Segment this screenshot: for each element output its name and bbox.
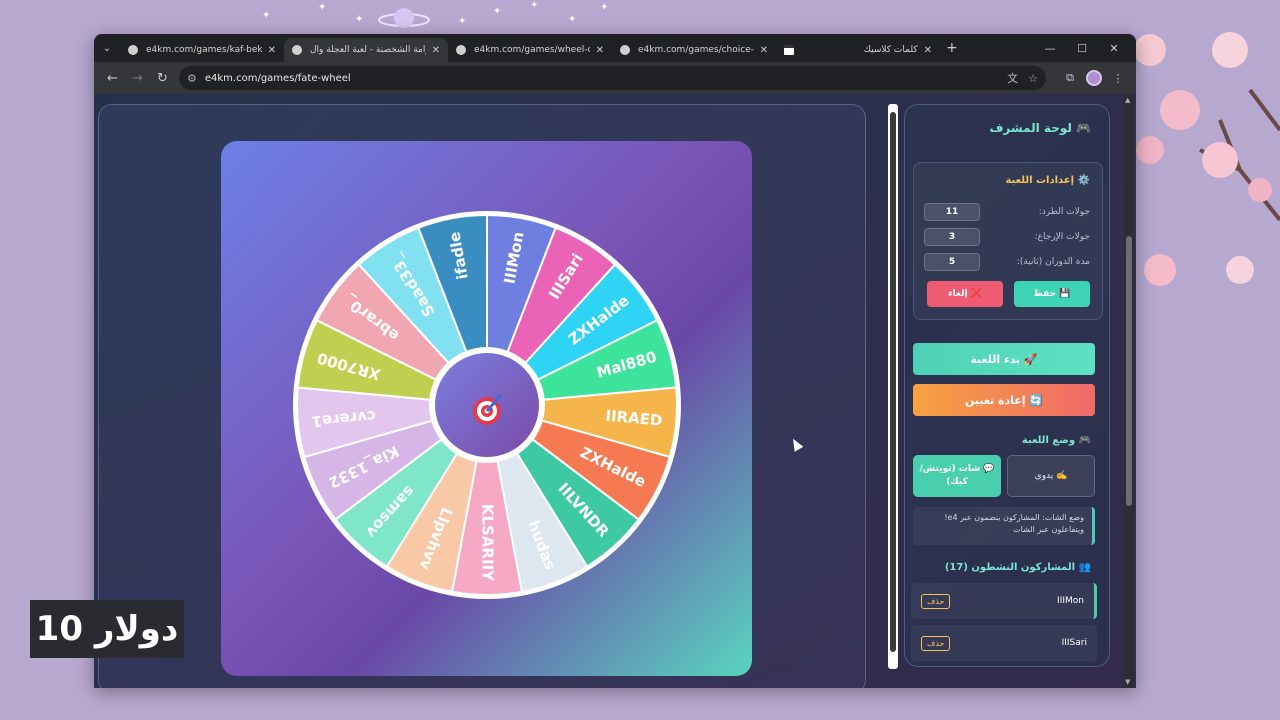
forward-icon[interactable]: → [125,66,150,91]
browser-toolbar: ← → ↻ ⚙ e4km.com/games/fate-wheel 文 ☆ ⧉ … [94,62,1136,94]
spin-duration-input[interactable]: 5 [924,253,980,271]
scroll-up-icon[interactable]: ▲ [1125,96,1130,104]
new-tab-button[interactable]: + [946,40,958,56]
return-rounds-input[interactable]: 3 [924,228,980,246]
tab-kaf-bekaf[interactable]: e4km.com/games/kaf-bekaf ✕ [120,38,284,62]
sparkle-icon: ✦ [262,10,271,21]
delete-participant-button[interactable]: حذف [921,635,951,651]
sparkle-icon: ✦ [458,16,467,27]
participants-title: 👥 المشاركون النشطون (17) [944,562,1091,573]
sparkle-icon: ✦ [355,14,364,25]
profile-avatar[interactable] [1086,70,1102,86]
sparkle-icon: ✦ [568,14,577,25]
participant-name: IIISari [1061,638,1087,648]
reload-icon[interactable]: ↻ [150,66,175,91]
address-bar[interactable]: ⚙ e4km.com/games/fate-wheel 文 ☆ [179,66,1046,90]
panel-title-text: لوحة المشرف [989,121,1072,135]
url-text: e4km.com/games/fate-wheel [204,72,351,84]
participant-row: IIIMon حذف [911,583,1097,619]
setting-row-kick-rounds: جولات الطرد: 11 [924,203,1090,221]
sparkle-icon: ✦ [600,2,609,13]
scroll-down-icon[interactable]: ▼ [1125,678,1130,686]
maximize-icon[interactable]: ☐ [1066,34,1098,62]
panel-title: 🎮 لوحة المشرف [989,121,1091,135]
reset-button[interactable]: 🔄 إعادة تعيين [913,384,1095,416]
globe-icon [620,45,630,55]
mode-description: وضع الشات: المشاركون ينضمون عبر e4! ويتف… [913,507,1095,545]
toolbar-actions: ⧉ ⋮ [1054,66,1130,90]
save-button[interactable]: 💾 حفظ [1014,281,1090,307]
back-icon[interactable]: ← [100,66,125,91]
site-icon [784,45,794,55]
menu-kebab-icon[interactable]: ⋮ [1106,66,1130,90]
stage-scrollbar[interactable] [888,104,898,669]
tab-title: دوامة الشخصنة - لعبة العجلة وال... [310,45,426,55]
close-tab-icon[interactable]: ✕ [760,45,768,56]
mode-title-text: وضع اللعبة [1021,435,1076,446]
site-settings-icon[interactable]: ⚙ [187,72,197,85]
tab-wheel-of-fate[interactable]: e4km.com/games/wheel-of-fate ✕ [448,38,612,62]
setting-label: مدة الدوران (ثانية): [1016,257,1090,267]
scrollbar-thumb[interactable] [1126,236,1132,506]
close-window-icon[interactable]: ✕ [1098,34,1130,62]
kick-rounds-input[interactable]: 11 [924,203,980,221]
page-scrollbar[interactable]: ▲ ▼ [1124,94,1134,688]
close-tab-icon[interactable]: ✕ [596,45,604,56]
scrollbar-thumb[interactable] [890,112,896,652]
tab-search-dropdown[interactable]: ⌄ [94,34,120,62]
settings-title: ⚙️ إعدادات اللعبة [1005,175,1090,186]
tab-choice-challenge[interactable]: e4km.com/games/choice-chall... ✕ [612,38,776,62]
start-game-button[interactable]: 🚀 بدء اللعبة [913,343,1095,375]
delete-participant-button[interactable]: حذف [921,593,951,609]
close-tab-icon[interactable]: ✕ [924,45,932,56]
chat-mode-button[interactable]: 💬 شات (تويتش/كيك) [913,455,1001,497]
globe-icon [128,45,138,55]
game-settings-box: ⚙️ إعدادات اللعبة جولات الطرد: 11 جولات … [913,162,1103,320]
tab-strip: ⌄ e4km.com/games/kaf-bekaf ✕ دوامة الشخص… [94,34,1136,62]
fate-wheel[interactable]: IIIMon IIISariZXHaldeMal880IIRAEDZXHaldeI… [287,205,687,605]
extensions-icon[interactable]: ⧉ [1058,66,1082,90]
participant-name: IIIMon [1057,596,1084,606]
setting-label: جولات الإرجاع: [1034,232,1090,242]
manual-mode-button[interactable]: ✍️ يدوي [1007,455,1095,497]
sparkle-icon: ✦ [493,6,502,17]
browser-window: ⌄ e4km.com/games/kaf-bekaf ✕ دوامة الشخص… [94,34,1136,688]
game-stage: IIIMon IIISari ZXHalde Mal880 IIRAED ZXHalde I… [98,104,866,688]
participants-title-text: المشاركون النشطون (17) [944,562,1076,573]
admin-panel: 🎮 لوحة المشرف ⚙️ إعدادات اللعبة جولات ال… [904,104,1110,667]
cancel-button[interactable]: ❌ إلغاء [927,281,1003,307]
close-tab-icon[interactable]: ✕ [432,45,440,56]
sparkle-icon: ✦ [318,2,327,13]
tab-fate-wheel[interactable]: دوامة الشخصنة - لعبة العجلة وال... ✕ [284,38,448,62]
page-viewport: IIIMon IIISari ZXHalde Mal880 IIRAED ZXHalde I… [94,94,1136,688]
globe-icon [292,45,302,55]
bookmark-star-icon[interactable]: ☆ [1028,72,1038,85]
setting-row-return-rounds: جولات الإرجاع: 3 [924,228,1090,246]
sparkle-icon: ✦ [530,0,539,11]
translate-icon[interactable]: 文 [1007,70,1018,86]
tab-title: e4km.com/games/kaf-bekaf [146,45,262,55]
close-tab-icon[interactable]: ✕ [268,45,276,56]
tab-title: e4km.com/games/wheel-of-fate [474,45,590,55]
wheel-card: IIIMon IIISari ZXHalde Mal880 IIRAED ZXHalde I… [221,141,752,676]
cherry-blossom-branch [1134,32,1280,286]
setting-label: جولات الطرد: [1038,207,1090,217]
wheel-segment-label: KLSARIIY [479,504,497,582]
price-overlay: 10 دولار [30,600,184,658]
participant-row: IIISari حذف [911,625,1097,661]
settings-title-text: إعدادات اللعبة [1005,175,1075,186]
minimize-icon[interactable]: — [1034,34,1066,62]
tab-classic-words[interactable]: كلمات كلاسيك ✕ [776,38,940,62]
planet-icon [378,8,430,28]
tab-title: e4km.com/games/choice-chall... [638,45,754,55]
window-controls: — ☐ ✕ [1034,34,1130,62]
tab-title: كلمات كلاسيك [863,45,918,55]
setting-row-spin-duration: مدة الدوران (ثانية): 5 [924,253,1090,271]
globe-icon [456,45,466,55]
mode-title: 🎮 وضع اللعبة [1021,435,1091,446]
